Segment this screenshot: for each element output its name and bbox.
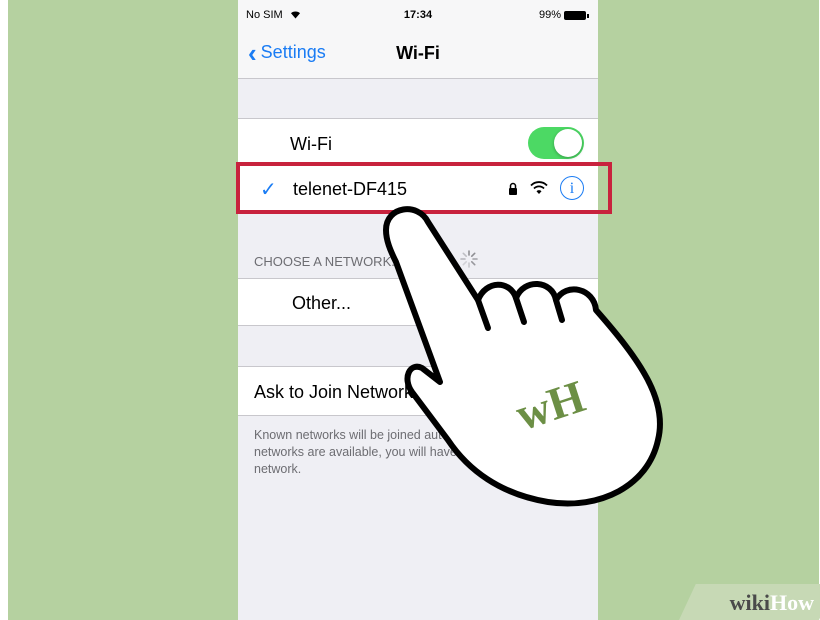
ask-to-join-footnote: Known networks will be joined automatica… — [254, 428, 571, 476]
wikihow-watermark: wikiHow — [729, 590, 814, 615]
wifi-label: Wi-Fi — [290, 134, 332, 154]
wifi-toggle-row: Wi-Fi — [238, 118, 598, 165]
switch-knob — [554, 377, 582, 405]
battery-icon — [564, 10, 589, 20]
ask-to-join-row: Ask to Join Networks — [238, 366, 598, 416]
phone-screen: No SIM 17:34 99% ‹ Settings Wi-Fi Wi-Fi … — [238, 0, 598, 620]
loading-spinner-icon — [460, 250, 478, 268]
ask-to-join-switch[interactable] — [528, 375, 584, 407]
choose-network-header: CHOOSE A NETWORK... — [254, 254, 403, 269]
page-title: Wi-Fi — [396, 43, 440, 63]
network-highlight-box — [236, 162, 612, 214]
switch-knob — [554, 129, 582, 157]
status-bar: No SIM 17:34 99% — [238, 0, 598, 30]
ask-to-join-label: Ask to Join Networks — [254, 382, 423, 402]
battery-percent: 99% — [538, 9, 561, 21]
other-network-row[interactable]: Other... — [238, 278, 598, 326]
navigation-bar: ‹ Settings Wi-Fi — [238, 30, 598, 79]
battery-indicator: 99% — [538, 9, 589, 21]
wifi-switch[interactable] — [528, 127, 584, 159]
other-label: Other... — [292, 293, 352, 313]
